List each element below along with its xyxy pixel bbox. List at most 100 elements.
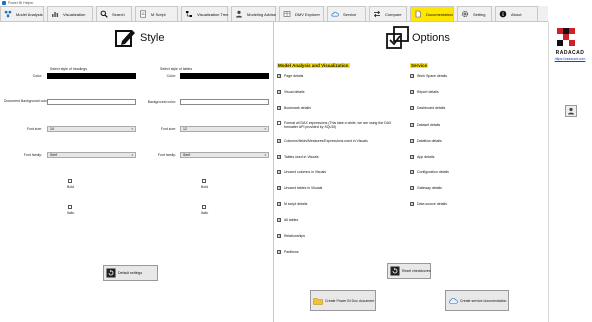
option-app-details[interactable]: ✓ App details <box>410 155 434 159</box>
tables-font-size-select[interactable]: 12 ▾ <box>180 126 269 132</box>
tab-modeling-advise[interactable]: Modeling Advise <box>231 6 276 22</box>
option-label: Dashboard details <box>417 106 446 110</box>
checkbox[interactable] <box>277 121 281 125</box>
tables-caption: Select style of tables <box>160 67 193 71</box>
tables-font-family-select[interactable]: Serif ▾ <box>180 152 269 158</box>
headings-color-picker[interactable] <box>47 73 136 79</box>
headings-bold-checkbox[interactable] <box>68 179 72 183</box>
checkbox[interactable]: ✓ <box>277 74 281 78</box>
tab-label: Documentation <box>426 11 453 17</box>
tab-about[interactable]: About <box>495 6 538 22</box>
create-pbi-document-button[interactable]: Create Power BI Doc document <box>310 290 376 311</box>
tab-documentation[interactable]: Documentation <box>410 6 454 22</box>
option-configuration-details[interactable]: ✓ Configuration details <box>410 170 449 174</box>
tab-service[interactable]: Service <box>327 6 366 22</box>
option-label: Format all DAX expressions (This take a … <box>284 121 391 129</box>
document-icon <box>414 10 422 18</box>
checkbox[interactable]: ✓ <box>410 170 414 174</box>
toolbar: Model Analysis Visualization Search M Sc… <box>0 6 548 22</box>
checkbox[interactable]: ✓ <box>410 106 414 110</box>
checkbox[interactable]: ✓ <box>410 155 414 159</box>
tab-compare[interactable]: Compare <box>369 6 407 22</box>
option-unused-tables[interactable]: ✓ Unused tables in Visuals <box>277 186 322 190</box>
headings-italic-checkbox[interactable] <box>68 205 72 209</box>
tables-italic-checkbox[interactable] <box>202 205 206 209</box>
reset-checkboxes-button[interactable]: Reset checkboxes <box>387 263 431 279</box>
default-settings-button[interactable]: Default settings <box>103 265 158 281</box>
document-background-label: Document Background color: <box>4 99 50 103</box>
reset-icon <box>106 268 116 278</box>
advisor-icon <box>235 10 243 18</box>
option-columns-used[interactable]: ✓ Columns/fields/Measures/Expressions us… <box>277 139 368 143</box>
tab-label: About <box>511 11 522 17</box>
checkbox[interactable]: ✓ <box>410 74 414 78</box>
tab-search[interactable]: Search <box>96 6 132 22</box>
option-data-source-details[interactable]: ✓ Data source details <box>410 202 447 206</box>
option-dataset-details[interactable]: ✓ Dataset details <box>410 123 440 127</box>
checkbox[interactable]: ✓ <box>277 170 281 174</box>
checkbox[interactable]: ✓ <box>277 155 281 159</box>
tables-font-family-value: Serif <box>183 153 191 157</box>
checkbox[interactable]: ✓ <box>410 186 414 190</box>
reset-icon <box>390 266 400 276</box>
option-unused-columns[interactable]: ✓ Unused columns in Visuals <box>277 170 326 174</box>
brand-link[interactable]: https://radacad.com <box>548 57 592 61</box>
tables-color-picker[interactable] <box>180 73 269 79</box>
checkbox[interactable]: ✓ <box>277 139 281 143</box>
option-label: Gateway details <box>417 186 442 190</box>
checkbox[interactable]: ✓ <box>410 202 414 206</box>
document-background-input[interactable] <box>47 99 136 105</box>
side-panel-border <box>548 22 549 322</box>
cloud-icon <box>331 10 339 18</box>
create-service-documentation-button[interactable]: Create service documentation <box>445 290 509 311</box>
option-label: All tables <box>284 218 299 222</box>
checkbox[interactable]: ✓ <box>410 123 414 127</box>
option-label: Data source details <box>417 202 447 206</box>
tables-background-input[interactable] <box>180 99 269 105</box>
checkbox[interactable]: ✓ <box>277 202 281 206</box>
option-label: Unused tables in Visuals <box>284 186 323 190</box>
tab-setting[interactable]: Setting <box>457 6 492 22</box>
option-all-tables[interactable]: ✓ All tables <box>277 218 298 222</box>
checkbox[interactable]: ✓ <box>410 90 414 94</box>
tab-model-analysis[interactable]: Model Analysis <box>0 6 44 22</box>
checkbox[interactable]: ✓ <box>277 186 281 190</box>
option-bookmark-details[interactable]: ✓ Bookmark details <box>277 106 311 110</box>
option-workspace-details[interactable]: ✓ Work Space details <box>410 74 447 78</box>
help-button[interactable] <box>565 105 577 117</box>
info-icon <box>499 10 507 18</box>
option-dataflow-details[interactable]: ✓ Dataflow details <box>410 139 442 143</box>
option-format-dax[interactable]: Format all DAX expressions (This take a … <box>277 121 391 129</box>
option-dashboard-details[interactable]: ✓ Dashboard details <box>410 106 445 110</box>
headings-font-family-select[interactable]: Serif ▾ <box>47 152 136 158</box>
checkbox[interactable]: ✓ <box>277 90 281 94</box>
checkbox[interactable]: ✓ <box>277 218 281 222</box>
checkbox[interactable]: ✓ <box>277 106 281 110</box>
tab-dmv-explorer[interactable]: DMV Explorer <box>279 6 324 22</box>
headings-font-size-select[interactable]: 24 ▾ <box>47 126 136 132</box>
option-m-script-details[interactable]: ✓ M script details <box>277 202 307 206</box>
tab-m-script[interactable]: M Script <box>135 6 178 22</box>
option-partitions[interactable]: ✓ Partitions <box>277 250 299 254</box>
tab-label: Visualization <box>63 11 86 17</box>
option-relationships[interactable]: ✓ Relationships <box>277 234 305 238</box>
option-label: Partitions <box>284 250 299 254</box>
option-gateway-details[interactable]: ✓ Gateway details <box>410 186 442 190</box>
option-page-details[interactable]: ✓ Page details <box>277 74 303 78</box>
option-report-details[interactable]: ✓ Report details <box>410 90 439 94</box>
checkbox[interactable]: ✓ <box>277 250 281 254</box>
option-tables-used[interactable]: ✓ Tables used in Visuals <box>277 155 319 159</box>
checkbox[interactable]: ✓ <box>410 139 414 143</box>
tab-label: Compare <box>385 11 402 17</box>
headings-font-family-label: Font family: <box>23 153 42 157</box>
tab-visualization[interactable]: Visualization <box>47 6 93 22</box>
headings-italic-label: Italic <box>67 211 75 215</box>
style-title: Style <box>140 32 165 44</box>
checkbox[interactable]: ✓ <box>277 234 281 238</box>
tables-bold-checkbox[interactable] <box>202 179 206 183</box>
app-icon <box>2 1 6 5</box>
option-visual-details[interactable]: ✓ Visual details <box>277 90 305 94</box>
tab-label: Service <box>343 11 357 17</box>
tab-visualization-tree[interactable]: Visualization Tree <box>181 6 229 22</box>
option-label: Dataflow details <box>417 139 442 143</box>
